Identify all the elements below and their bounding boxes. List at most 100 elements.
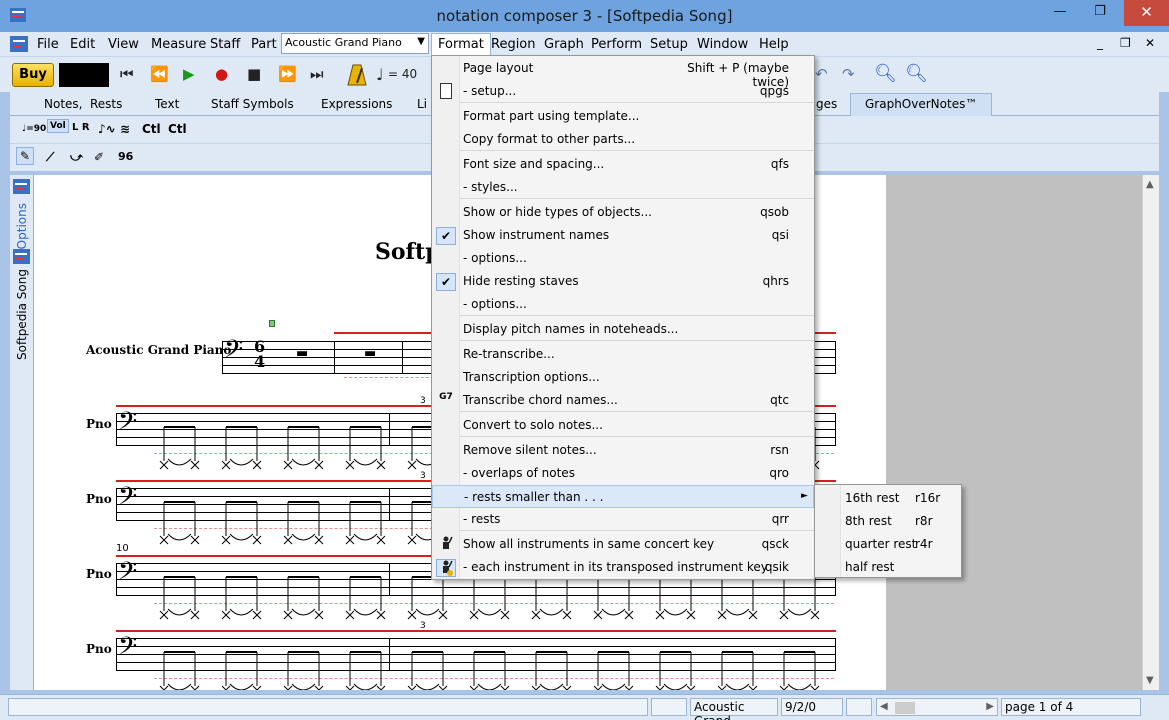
menu-part[interactable]: Part <box>251 37 277 52</box>
skip-end-icon[interactable]: ⏭ <box>310 65 324 83</box>
volume-graph-icon[interactable]: Vol <box>47 119 69 133</box>
controller-icon-2[interactable]: Ctl <box>168 122 187 136</box>
song-icon[interactable] <box>13 249 30 264</box>
pan-graph-icon[interactable]: L R <box>72 122 90 133</box>
maximize-button[interactable]: ❐ <box>1082 0 1118 26</box>
menu-file[interactable]: File <box>37 37 59 52</box>
menu-item-instrument-names-options[interactable]: - options... <box>432 247 814 270</box>
tab-text[interactable]: Text <box>155 97 179 111</box>
line-tool-icon[interactable]: ⟋ <box>46 150 54 165</box>
menu-item-concert-key[interactable]: Show all instruments in same concert key… <box>432 533 814 556</box>
zoom-out-icon[interactable]: 🔍︎ <box>905 63 928 84</box>
submenu-item-quarter-rest[interactable]: quarter rest r4r <box>815 533 961 556</box>
menu-item-page-layout[interactable]: Page layout Shift + P (maybe twice) <box>432 57 814 89</box>
metronome-icon[interactable] <box>346 63 368 87</box>
menu-item-re-transcribe[interactable]: Re-transcribe... <box>432 343 814 366</box>
scroll-down-icon[interactable]: ▼ <box>1146 675 1154 686</box>
submenu-item-label: 16th rest <box>845 491 900 505</box>
menu-item-resting-staves-options[interactable]: - options... <box>432 293 814 316</box>
stop-icon[interactable]: ■ <box>247 65 261 83</box>
tab-graphovernotes[interactable]: GraphOverNotes™ <box>850 93 993 116</box>
mdi-close-button[interactable]: ✕ <box>1145 36 1155 50</box>
staff-short-name[interactable]: Pno <box>86 492 112 506</box>
tempo-value[interactable]: = 40 <box>388 67 417 81</box>
sustain-pedal-icon[interactable]: ≋ <box>120 122 130 136</box>
horizontal-scrollbar[interactable]: ◀ ▶ <box>876 698 998 716</box>
submenu-item-8th-rest[interactable]: 8th rest r8r <box>815 510 961 533</box>
scroll-right-icon[interactable]: ▶ <box>986 701 994 712</box>
menu-item-transcribe-chord-names[interactable]: Transcribe chord names... qtc G7 <box>432 389 814 412</box>
mdi-minimize-button[interactable]: _ <box>1097 36 1103 50</box>
buy-button[interactable]: Buy <box>12 63 54 87</box>
tab-staff-symbols[interactable]: Staff Symbols <box>211 97 294 111</box>
staff-short-name[interactable]: Pno <box>86 642 112 656</box>
tab-rests[interactable]: Rests <box>90 97 122 111</box>
vertical-scrollbar[interactable]: ▲ ▼ <box>1142 175 1159 690</box>
menu-item-remove-overlaps[interactable]: - overlaps of notes qro <box>432 462 814 485</box>
marker-tool-icon[interactable]: ✐ <box>94 150 104 164</box>
submenu-item-16th-rest[interactable]: 16th rest r16r <box>815 487 961 510</box>
tab-ranges[interactable]: ges <box>816 97 837 111</box>
note-group[interactable] <box>154 644 854 690</box>
menu-window[interactable]: Window <box>697 37 748 52</box>
tab-expressions[interactable]: Expressions <box>321 97 392 111</box>
cursor-marker[interactable] <box>269 320 275 327</box>
play-icon[interactable]: ▶ <box>183 65 195 83</box>
tab-notes[interactable]: Notes, <box>44 97 82 111</box>
menu-item-format-part-template[interactable]: Format part using template... <box>432 105 814 128</box>
staff-short-name[interactable]: Pno <box>86 417 112 431</box>
menu-region[interactable]: Region <box>491 37 536 52</box>
tab-lines[interactable]: Li <box>417 97 427 111</box>
menu-item-styles[interactable]: - styles... <box>432 176 814 199</box>
menu-item-font-size-spacing[interactable]: Font size and spacing... qfs <box>432 153 814 176</box>
mdi-restore-button[interactable]: ❐ <box>1120 36 1131 50</box>
menu-setup[interactable]: Setup <box>650 37 688 52</box>
menu-item-rests-smaller-than[interactable]: - rests smaller than . . . ► <box>432 485 814 508</box>
close-button[interactable]: ✕ <box>1124 0 1169 26</box>
scroll-left-icon[interactable]: ◀ <box>880 701 888 712</box>
menu-graph[interactable]: Graph <box>544 37 584 52</box>
fast-forward-icon[interactable]: ⏩ <box>278 65 297 83</box>
pitch-bend-icon[interactable]: ♪∿ <box>98 122 116 136</box>
options-icon[interactable] <box>13 179 30 194</box>
submenu-item-half-rest[interactable]: half rest <box>815 556 961 579</box>
record-icon[interactable]: ● <box>215 65 228 83</box>
menu-item-hide-resting-staves[interactable]: Hide resting staves qhrs ✔ <box>432 270 814 293</box>
menu-item-show-instrument-names[interactable]: Show instrument names qsi ✔ <box>432 224 814 247</box>
menu-item-show-hide-objects[interactable]: Show or hide types of objects... qsob <box>432 201 814 224</box>
part-select[interactable]: Acoustic Grand Piano ▼ <box>281 33 429 54</box>
scroll-up-icon[interactable]: ▲ <box>1146 179 1154 190</box>
staff-short-name[interactable]: Pno <box>86 567 112 581</box>
scroll-thumb[interactable] <box>895 702 915 714</box>
menu-perform[interactable]: Perform <box>591 37 642 52</box>
menu-item-transposed-key[interactable]: - each instrument in its transposed inst… <box>432 556 814 579</box>
redo-icon[interactable]: ↷ <box>842 65 855 83</box>
menu-item-display-pitch-names[interactable]: Display pitch names in noteheads... <box>432 318 814 341</box>
curve-tool-icon[interactable]: ⤻ <box>70 150 83 165</box>
undo-icon[interactable]: ↶ <box>815 65 828 83</box>
skip-start-icon[interactable]: ⏮ <box>120 65 134 83</box>
rewind-icon[interactable]: ⏪ <box>150 65 169 83</box>
menu-item-remove-silent-notes[interactable]: Remove silent notes... rsn <box>432 439 814 462</box>
pencil-tool-icon[interactable]: ✎ <box>16 147 35 165</box>
options-tab[interactable]: Options <box>15 203 29 249</box>
controller-icon-1[interactable]: Ctl <box>142 122 161 136</box>
menu-help[interactable]: Help <box>759 37 789 52</box>
zoom-in-icon[interactable]: 🔍︎ <box>874 63 897 84</box>
menu-item-page-setup[interactable]: - setup... qpgs <box>432 80 814 103</box>
minimize-button[interactable]: — <box>1042 0 1078 26</box>
menu-item-copy-format[interactable]: Copy format to other parts... <box>432 128 814 151</box>
document-icon[interactable] <box>10 36 28 52</box>
menu-format[interactable]: Format <box>431 33 491 55</box>
menu-edit[interactable]: Edit <box>70 37 95 52</box>
tempo-graph-icon[interactable]: ♩=90 <box>22 124 46 134</box>
menu-item-transcription-options[interactable]: Transcription options... <box>432 366 814 389</box>
menu-item-convert-solo-notes[interactable]: Convert to solo notes... <box>432 414 814 437</box>
menu-staff[interactable]: Staff <box>210 37 240 52</box>
menu-measure[interactable]: Measure <box>151 37 206 52</box>
song-tab[interactable]: Softpedia Song <box>15 269 29 360</box>
instrument-name[interactable]: Acoustic Grand Piano <box>86 343 231 357</box>
menu-item-remove-rests[interactable]: - rests qrr <box>432 508 814 531</box>
menu-view[interactable]: View <box>108 37 139 52</box>
submenu-item-shortcut: r8r <box>915 514 933 528</box>
